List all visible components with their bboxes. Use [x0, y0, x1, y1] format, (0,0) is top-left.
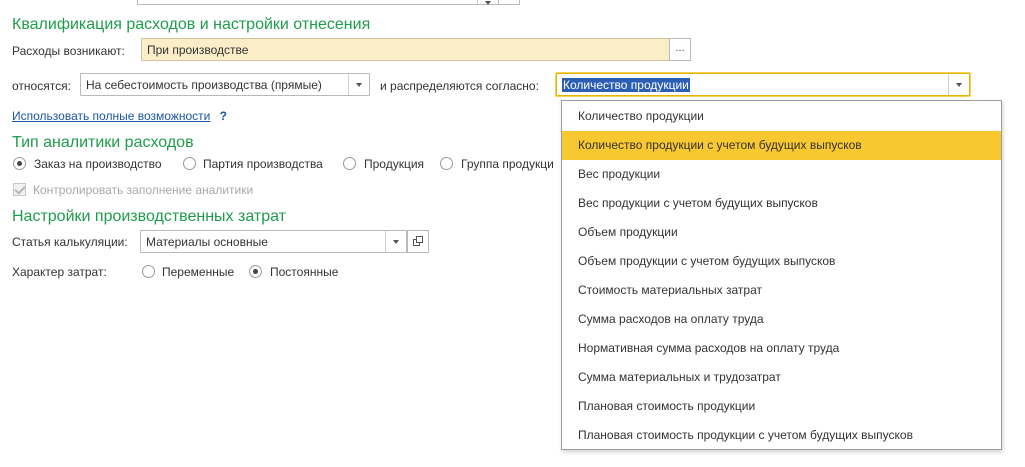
nature-label: Характер затрат: [12, 265, 107, 279]
dropdown-option[interactable]: Объем продукции [562, 218, 1001, 247]
radio-product-label: Продукция [364, 157, 425, 171]
dropdown-option[interactable]: Вес продукции [562, 160, 1001, 189]
relate-select[interactable]: На себестоимость производства (прямые) [80, 73, 370, 96]
dropdown-option[interactable]: Количество продукции с учетом будущих вы… [562, 131, 1001, 160]
full-features-link[interactable]: Использовать полные возможности [12, 109, 210, 123]
dropdown-option[interactable]: Плановая стоимость продукции с учетом бу… [562, 421, 1001, 450]
radio-variable[interactable] [142, 265, 155, 278]
full-features-row: Использовать полные возможности ? [12, 109, 227, 123]
chevron-down-icon[interactable] [477, 0, 498, 5]
chevron-down-icon[interactable] [348, 74, 369, 95]
dropdown-option[interactable]: Количество продукции [562, 102, 1001, 131]
top-partial-field[interactable] [137, 0, 499, 5]
relate-value: На себестоимость производства (прямые) [86, 78, 322, 92]
distribute-label: и распределяются согласно: [380, 79, 539, 93]
chevron-down-icon[interactable] [948, 74, 969, 95]
radio-fixed[interactable] [249, 265, 262, 278]
top-partial-open-button[interactable] [498, 0, 520, 5]
radio-product[interactable] [343, 157, 356, 170]
article-value: Материалы основные [146, 235, 268, 249]
expenses-arise-field[interactable]: При производстве [141, 38, 670, 61]
expenses-arise-value: При производстве [147, 43, 249, 57]
dropdown-option[interactable]: Вес продукции с учетом будущих выпусков [562, 189, 1001, 218]
section-title-costs: Настройки производственных затрат [12, 208, 286, 225]
radio-production-batch-label: Партия производства [203, 157, 323, 171]
distribute-select[interactable]: Количество продукции [556, 73, 970, 96]
radio-production-batch[interactable] [183, 157, 196, 170]
radio-product-group-label: Группа продукци [461, 157, 554, 171]
expenses-arise-select-button[interactable]: ... [669, 38, 691, 61]
chevron-down-icon[interactable] [385, 231, 406, 252]
distribute-dropdown-list: Количество продукции Количество продукции… [561, 100, 1002, 450]
control-analytics-checkbox[interactable] [13, 183, 26, 196]
expenses-arise-label: Расходы возникают: [12, 44, 125, 58]
open-form-icon [412, 236, 423, 246]
dropdown-option[interactable]: Сумма расходов на оплату труда [562, 305, 1001, 334]
control-analytics-label: Контролировать заполнение аналитики [33, 183, 254, 197]
section-title-qualification: Квалификация расходов и настройки отнесе… [12, 16, 371, 33]
radio-variable-label: Переменные [162, 265, 235, 279]
radio-fixed-label: Постоянные [270, 265, 339, 279]
article-select[interactable]: Материалы основные [140, 230, 407, 253]
dropdown-option[interactable]: Плановая стоимость продукции [562, 392, 1001, 421]
help-icon[interactable]: ? [220, 109, 227, 123]
article-label: Статья калькуляции: [12, 235, 128, 249]
dropdown-option[interactable]: Стоимость материальных затрат [562, 276, 1001, 305]
section-title-analytics: Тип аналитики расходов [12, 134, 194, 151]
article-open-button[interactable] [407, 230, 429, 253]
radio-product-group[interactable] [440, 157, 453, 170]
radio-production-order[interactable] [13, 157, 26, 170]
radio-production-order-label: Заказ на производство [34, 157, 162, 171]
distribute-value[interactable]: Количество продукции [562, 78, 690, 92]
dropdown-option[interactable]: Сумма материальных и трудозатрат [562, 363, 1001, 392]
relate-label: относятся: [12, 79, 71, 93]
dropdown-option[interactable]: Нормативная сумма расходов на оплату тру… [562, 334, 1001, 363]
dropdown-option[interactable]: Объем продукции с учетом будущих выпуско… [562, 247, 1001, 276]
